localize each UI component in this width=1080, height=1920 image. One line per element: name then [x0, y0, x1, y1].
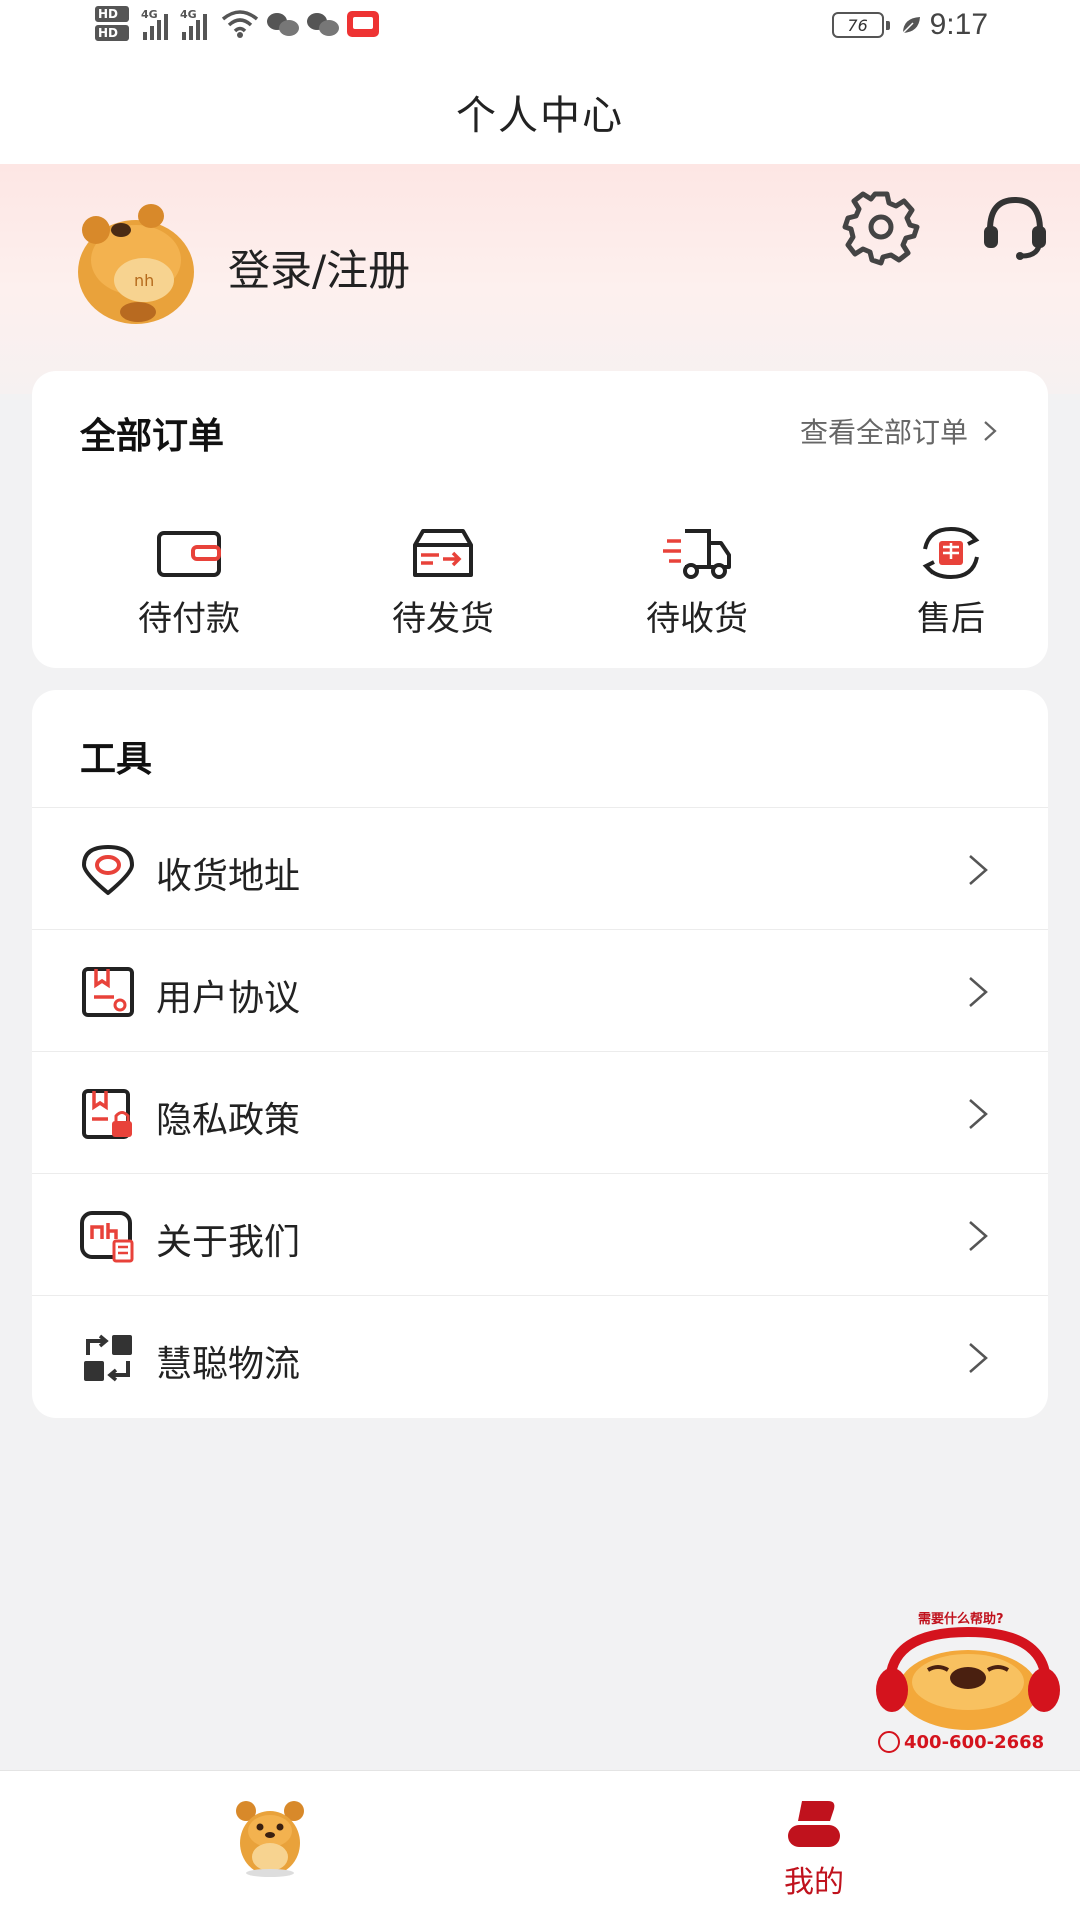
chevron-right-icon	[969, 855, 988, 885]
hd-badge-1: HD	[95, 6, 129, 22]
chevron-right-icon	[969, 1099, 988, 1129]
tool-row-privacy-policy[interactable]: 隐私政策	[32, 1051, 1048, 1173]
user-profile-icon	[788, 1801, 840, 1847]
shipping-box-icon	[413, 529, 473, 577]
page-title: 个人中心	[456, 93, 624, 139]
mascot-headset-icon	[876, 1626, 1060, 1730]
view-all-orders-label: 查看全部订单	[799, 416, 968, 449]
avatar[interactable]: nh	[66, 202, 196, 327]
tool-row-user-agreement[interactable]: 用户协议	[32, 929, 1048, 1051]
home-mascot-icon[interactable]	[230, 1797, 310, 1877]
order-pending-shipment-label: 待发货	[392, 599, 494, 639]
leaf-icon	[902, 17, 920, 34]
login-register-link[interactable]: 登录/注册	[228, 237, 410, 298]
status-bar: HD HD 4G 4G 76 9:17	[0, 0, 1080, 60]
order-pending-payment-label: 待付款	[138, 599, 240, 639]
wechat-icon	[267, 11, 299, 37]
tools-card: 工具 收货地址 用户协议 隐私政策 关于我们 慧聪物流	[32, 690, 1048, 1418]
order-pending-receipt[interactable]: 待收货	[607, 523, 787, 640]
order-after-sales-label: 售后	[917, 599, 985, 639]
tools-title: 工具	[80, 739, 153, 780]
tool-label: 收货地址	[156, 856, 301, 897]
network-type-2: 4G	[180, 7, 197, 21]
profile-header: nh 登录/注册	[0, 164, 1080, 394]
view-all-orders-link[interactable]: 查看全部订单	[800, 411, 998, 451]
after-sales-icon	[922, 526, 980, 580]
nav-bar: 个人中心	[0, 60, 1080, 164]
signal-icon-2: 4G	[180, 7, 207, 40]
delivery-truck-icon	[663, 529, 731, 579]
agreement-icon	[82, 967, 134, 1017]
privacy-lock-icon	[82, 1089, 132, 1139]
customer-service-float-button[interactable]: 需要什么帮助? 400-600-2668	[868, 1600, 1068, 1758]
tool-label: 关于我们	[156, 1222, 301, 1263]
about-icon	[80, 1211, 134, 1263]
orders-card: 全部订单 查看全部订单 待付款 待发货 待收货 售后	[32, 371, 1048, 668]
notification-app-icon	[347, 10, 379, 37]
wechat-icon-2	[307, 11, 339, 37]
tool-row-shipping-address[interactable]: 收货地址	[32, 807, 1048, 929]
order-pending-receipt-label: 待收货	[646, 599, 748, 639]
tool-label: 用户协议	[156, 978, 301, 1019]
wallet-icon	[157, 531, 221, 577]
bottom-tab-bar: 我的	[0, 1770, 1080, 1920]
clock: 9:17	[929, 8, 988, 41]
tab-mine[interactable]: 我的	[770, 1795, 858, 1901]
logistics-icon	[84, 1334, 132, 1382]
battery-level: 76	[847, 15, 868, 35]
tool-row-logistics[interactable]: 慧聪物流	[32, 1295, 1048, 1417]
chevron-right-icon	[969, 977, 988, 1007]
order-pending-payment[interactable]: 待付款	[99, 523, 279, 640]
chevron-right-icon	[984, 421, 997, 441]
battery-icon: 76	[831, 12, 890, 38]
status-right: 76 9:17	[831, 8, 988, 42]
order-after-sales[interactable]: 售后	[861, 523, 1041, 640]
gear-icon[interactable]	[842, 188, 920, 266]
order-pending-shipment[interactable]: 待发货	[353, 523, 533, 640]
help-phone[interactable]: 400-600-2668	[878, 1731, 1044, 1753]
help-phone-number: 400-600-2668	[904, 1731, 1045, 1753]
headset-icon[interactable]	[978, 190, 1052, 264]
location-pin-icon	[82, 845, 134, 895]
orders-title: 全部订单	[80, 416, 225, 457]
phone-icon	[878, 1731, 900, 1753]
tool-label: 隐私政策	[156, 1100, 301, 1141]
tab-mine-label: 我的	[784, 1865, 844, 1900]
chevron-right-icon	[969, 1221, 988, 1251]
signal-icon-1: 4G	[141, 7, 168, 40]
network-type-1: 4G	[141, 7, 158, 21]
wifi-icon	[221, 9, 259, 38]
status-left: HD HD 4G 4G	[95, 6, 379, 41]
tool-row-about-us[interactable]: 关于我们	[32, 1173, 1048, 1295]
tool-label: 慧聪物流	[156, 1344, 301, 1385]
chevron-right-icon	[969, 1343, 988, 1373]
svg-text:nh: nh	[134, 271, 154, 290]
hd-badge-2: HD	[95, 25, 129, 41]
hd-indicators: HD HD	[95, 6, 129, 41]
